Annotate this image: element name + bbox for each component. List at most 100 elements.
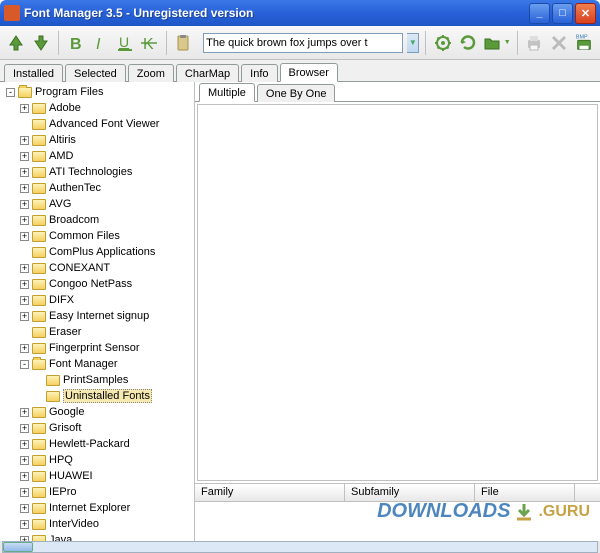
expand-icon[interactable]: + xyxy=(20,104,29,113)
expand-icon[interactable]: + xyxy=(20,424,29,433)
tree-node[interactable]: + Broadcom xyxy=(6,212,194,228)
tab-zoom[interactable]: Zoom xyxy=(128,64,174,82)
expand-icon[interactable]: + xyxy=(20,296,29,305)
main-tabs: InstalledSelectedZoomCharMapInfoBrowser xyxy=(0,60,600,82)
svg-text:I: I xyxy=(96,36,101,53)
folder-icon xyxy=(32,455,46,466)
refresh-button[interactable] xyxy=(457,31,478,55)
strikeout-button[interactable]: K xyxy=(139,31,160,55)
expand-icon[interactable]: + xyxy=(20,136,29,145)
close-button[interactable]: ✕ xyxy=(575,3,596,24)
tree-node[interactable]: PrintSamples xyxy=(6,372,194,388)
tree-node[interactable]: +IEPro xyxy=(6,484,194,500)
clipboard-button[interactable] xyxy=(173,31,194,55)
tree-node[interactable]: +Internet Explorer xyxy=(6,500,194,516)
expand-icon[interactable]: + xyxy=(20,440,29,449)
tree-node[interactable]: +AMD xyxy=(6,148,194,164)
expand-icon[interactable]: + xyxy=(20,344,29,353)
expand-icon[interactable]: + xyxy=(20,456,29,465)
tree-node[interactable]: + Hewlett-Packard xyxy=(6,436,194,452)
collapse-icon[interactable]: - xyxy=(6,88,15,97)
tree-node-label: Hewlett-Packard xyxy=(49,438,130,450)
bold-button[interactable]: B xyxy=(65,31,86,55)
sample-text-dropdown[interactable]: ▼ xyxy=(407,33,419,53)
expand-icon[interactable]: + xyxy=(20,232,29,241)
tree-node[interactable]: +ATI Technologies xyxy=(6,164,194,180)
tree-node[interactable]: +Google xyxy=(6,404,194,420)
tree-node[interactable]: +HUAWEI xyxy=(6,468,194,484)
window-buttons: _ □ ✕ xyxy=(529,3,596,24)
tree-node[interactable]: +Common Files xyxy=(6,228,194,244)
tree-node[interactable]: +Java xyxy=(6,532,194,541)
main-toolbar: B I U K ▼ ▼ BMP xyxy=(0,26,600,60)
window-titlebar: Font Manager 3.5 - Unregistered version … xyxy=(0,0,600,26)
subtab-one-by-one[interactable]: One By One xyxy=(257,84,336,102)
tree-node[interactable]: +AuthenTec xyxy=(6,180,194,196)
tree-scroll[interactable]: -Program Files + Adobe Advanced Font Viewer… xyxy=(0,82,194,541)
tree-node[interactable]: +Altiris xyxy=(6,132,194,148)
tab-charmap[interactable]: CharMap xyxy=(176,64,239,82)
horizontal-scrollbar[interactable] xyxy=(2,541,598,553)
tree-node[interactable]: +Congoo NetPass xyxy=(6,276,194,292)
collapse-icon[interactable]: - xyxy=(20,360,29,369)
gear-button[interactable] xyxy=(432,31,453,55)
expand-icon[interactable]: + xyxy=(20,216,29,225)
expand-icon[interactable]: + xyxy=(20,408,29,417)
expand-icon[interactable]: + xyxy=(20,472,29,481)
tree-node[interactable]: Advanced Font Viewer xyxy=(6,116,194,132)
column-header-file[interactable]: File xyxy=(475,484,575,501)
tree-node[interactable]: +CONEXANT xyxy=(6,260,194,276)
expand-icon[interactable]: + xyxy=(20,152,29,161)
down-arrow-button[interactable] xyxy=(31,31,52,55)
tree-node[interactable]: +HPQ xyxy=(6,452,194,468)
folder-icon xyxy=(32,407,46,418)
tree-node[interactable]: +DIFX xyxy=(6,292,194,308)
tree-node-label: PrintSamples xyxy=(63,374,128,386)
bmp-export-button[interactable]: BMP xyxy=(573,31,594,55)
scrollbar-thumb[interactable] xyxy=(3,542,33,552)
folder-icon xyxy=(32,279,46,290)
expand-icon[interactable]: + xyxy=(20,168,29,177)
folder-icon xyxy=(32,199,46,210)
tree-node[interactable]: +Grisoft xyxy=(6,420,194,436)
tree-node-label: Broadcom xyxy=(49,214,99,226)
tree-node[interactable]: +Fingerprint Sensor xyxy=(6,340,194,356)
tree-node[interactable]: +Easy Internet signup xyxy=(6,308,194,324)
tab-browser[interactable]: Browser xyxy=(280,63,338,82)
tab-installed[interactable]: Installed xyxy=(4,64,63,82)
delete-button[interactable] xyxy=(548,31,569,55)
tree-node[interactable]: Eraser xyxy=(6,324,194,340)
minimize-button[interactable]: _ xyxy=(529,3,550,24)
expand-icon[interactable]: + xyxy=(20,200,29,209)
folder-icon xyxy=(32,151,46,162)
underline-button[interactable]: U xyxy=(114,31,135,55)
tree-node[interactable]: ComPlus Applications xyxy=(6,244,194,260)
tree-node[interactable]: +AVG xyxy=(6,196,194,212)
subtab-multiple[interactable]: Multiple xyxy=(199,83,255,102)
column-header-family[interactable]: Family xyxy=(195,484,345,501)
expand-icon[interactable]: + xyxy=(20,520,29,529)
folder-action-button[interactable] xyxy=(482,31,503,55)
folder-dropdown-icon[interactable]: ▼ xyxy=(504,39,511,46)
tree-node[interactable]: + Adobe xyxy=(6,100,194,116)
expand-icon[interactable]: + xyxy=(20,280,29,289)
expand-icon[interactable]: + xyxy=(20,264,29,273)
column-header-subfamily[interactable]: Subfamily xyxy=(345,484,475,501)
tree-node[interactable]: -Program Files xyxy=(6,84,194,100)
up-arrow-button[interactable] xyxy=(6,31,27,55)
expand-icon[interactable]: + xyxy=(20,488,29,497)
italic-button[interactable]: I xyxy=(89,31,110,55)
sample-text-input[interactable] xyxy=(203,33,403,53)
tab-info[interactable]: Info xyxy=(241,64,277,82)
tree-node-label: Adobe xyxy=(49,102,81,114)
tree-node[interactable]: +InterVideo xyxy=(6,516,194,532)
expand-icon[interactable]: + xyxy=(20,504,29,513)
tab-selected[interactable]: Selected xyxy=(65,64,126,82)
maximize-button[interactable]: □ xyxy=(552,3,573,24)
tree-node[interactable]: -Font Manager xyxy=(6,356,194,372)
folder-icon xyxy=(32,119,46,130)
print-button[interactable] xyxy=(524,31,545,55)
expand-icon[interactable]: + xyxy=(20,312,29,321)
tree-node[interactable]: Uninstalled Fonts xyxy=(6,388,194,404)
expand-icon[interactable]: + xyxy=(20,184,29,193)
